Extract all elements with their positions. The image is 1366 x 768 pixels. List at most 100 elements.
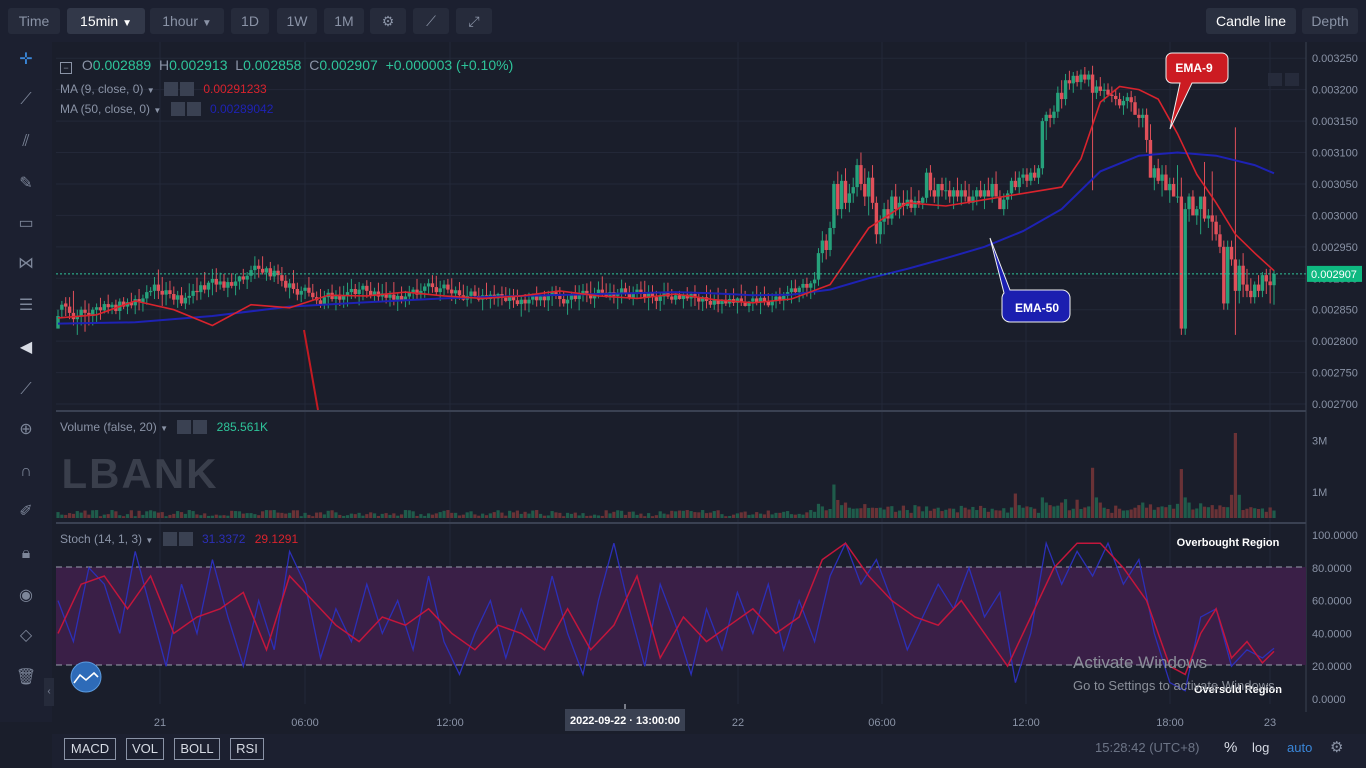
volume-bar (936, 507, 940, 518)
candle-body (183, 297, 188, 304)
volume-bar (1087, 506, 1091, 518)
volume-bar (562, 516, 566, 518)
settings-icon[interactable] (177, 420, 192, 434)
auto-toggle[interactable]: auto (1287, 740, 1312, 755)
volume-bar (589, 515, 593, 518)
volume-bar (1210, 505, 1214, 518)
close-icon[interactable] (186, 102, 201, 116)
chevron-down-icon[interactable]: ▼ (145, 536, 153, 545)
volume-bar (855, 508, 859, 518)
volume-bar (577, 515, 581, 518)
volume-bar (519, 513, 523, 518)
close-icon[interactable] (179, 82, 194, 96)
volume-bar (496, 510, 500, 518)
volume-bar (971, 506, 975, 518)
high-value: 0.002913 (169, 57, 228, 73)
volume-bar (102, 514, 106, 518)
ma50-legend: MA (50, close, 0) ▼ 0.00289042 (60, 102, 273, 116)
close-icon[interactable] (193, 420, 208, 434)
settings-icon[interactable] (170, 102, 185, 116)
volume-bar (218, 515, 222, 518)
volume-bar (778, 512, 782, 518)
candle-body (847, 193, 852, 203)
candle-body (1087, 74, 1091, 80)
candle-body (1179, 196, 1184, 329)
volume-bar (442, 510, 446, 518)
candle-body (152, 284, 157, 291)
candle-body (446, 284, 450, 290)
volume-bar (481, 513, 485, 518)
volume-bar (581, 513, 585, 518)
candle-body (202, 285, 207, 290)
vol-button[interactable]: VOL (126, 738, 164, 760)
volume-bar (149, 510, 153, 518)
settings-icon[interactable] (163, 82, 178, 96)
chevron-down-icon[interactable]: ▼ (160, 424, 168, 433)
volume-bar (79, 512, 83, 518)
volume-bar (438, 512, 442, 518)
volume-bar (465, 512, 469, 518)
candle-body (450, 289, 454, 294)
volume-bar (511, 512, 516, 518)
volume-bar (1117, 508, 1122, 518)
candle-body (187, 295, 191, 298)
volume-bar (824, 510, 828, 518)
candle-body (836, 183, 840, 210)
candle-body (1110, 94, 1114, 96)
stoch-tick-label: 40.0000 (1312, 628, 1352, 640)
candle-body (1222, 246, 1226, 304)
volume-bar (917, 506, 921, 518)
volume-bar (963, 507, 967, 518)
candle-body (164, 290, 168, 295)
close-icon[interactable] (178, 532, 193, 546)
volume-bar (596, 515, 601, 518)
candle-body (1021, 174, 1025, 178)
volume-bar (125, 514, 130, 518)
candle-body (975, 190, 979, 197)
volume-bar (469, 511, 473, 518)
scroll-up-icon[interactable] (1285, 73, 1299, 86)
price-tick-label: 0.003250 (1312, 53, 1358, 65)
volume-bar (357, 512, 361, 518)
scroll-down-icon[interactable] (1268, 73, 1282, 86)
rsi-button[interactable]: RSI (230, 738, 264, 760)
volume-bar (658, 511, 662, 518)
volume-bar (183, 513, 187, 518)
volume-bar (674, 511, 678, 518)
chevron-down-icon[interactable]: ▼ (153, 106, 161, 115)
price-tick-label: 0.003150 (1312, 116, 1358, 128)
log-toggle[interactable]: log (1252, 740, 1269, 755)
candle-body (1106, 89, 1110, 95)
low-label: L (235, 57, 244, 73)
volume-bar (411, 511, 415, 518)
price-tick-label: 0.002950 (1312, 242, 1358, 254)
candle-body (917, 200, 921, 203)
settings-icon[interactable] (162, 532, 177, 546)
volume-bar (230, 510, 234, 518)
boll-button[interactable]: BOLL (174, 738, 220, 760)
chevron-down-icon[interactable]: ▼ (147, 86, 155, 95)
candle-body (670, 296, 674, 300)
volume-bar (1272, 510, 1276, 518)
settings-gear-icon[interactable]: ⚙ (1330, 738, 1343, 756)
ma9-value: 0.00291233 (203, 82, 267, 96)
arrow-pointer (303, 329, 319, 411)
candle-body (357, 289, 361, 295)
candle-body (797, 287, 801, 293)
volume-bar (276, 512, 280, 518)
volume-bar (434, 513, 438, 518)
candle-body (1144, 114, 1149, 140)
volume-bar (365, 514, 369, 518)
candle-body (882, 209, 886, 222)
volume-bar (1191, 509, 1195, 518)
candle-body (1017, 177, 1021, 188)
collapse-legend-icon[interactable]: − (60, 62, 72, 74)
volume-bar (1121, 510, 1126, 518)
candle-body (924, 172, 929, 198)
volume-bar (654, 515, 658, 518)
percent-toggle[interactable]: % (1224, 739, 1237, 756)
volume-bar (739, 512, 743, 518)
volume-bar (797, 513, 801, 518)
macd-button[interactable]: MACD (64, 738, 116, 760)
volume-bar (882, 509, 886, 518)
